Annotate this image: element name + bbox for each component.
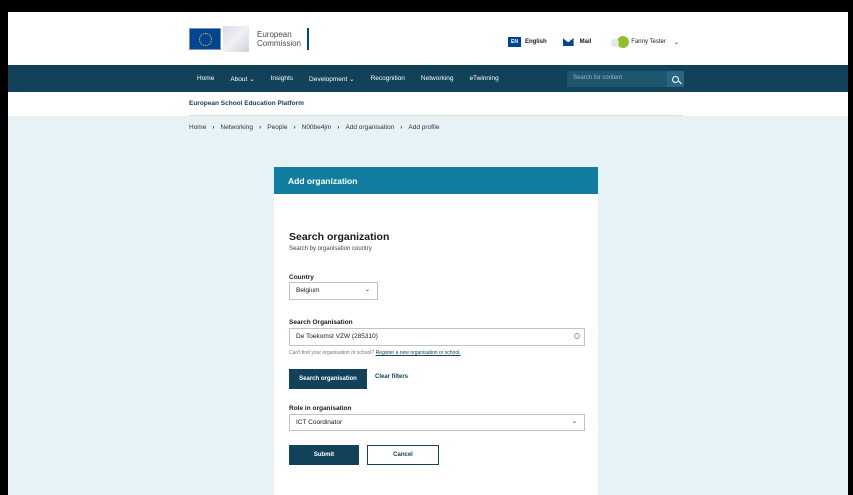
nav-etwinning[interactable]: eTwinning	[469, 75, 498, 82]
breadcrumb-networking[interactable]: Networking	[221, 124, 254, 131]
mail-link[interactable]: Mail	[580, 39, 592, 45]
card-header: Add organization	[274, 167, 598, 194]
nav-insights[interactable]: Insights	[271, 75, 293, 82]
hint-text: Can't find your organisation or school?	[289, 350, 375, 356]
ec-logo[interactable]: European Commission	[189, 26, 310, 52]
breadcrumb-user[interactable]: N00be4jm	[302, 124, 332, 131]
chevron-down-icon: ⌄	[364, 287, 370, 293]
avatar	[611, 36, 630, 48]
site-search-input[interactable]: Search for content	[567, 71, 667, 87]
role-label: Role in organisation	[289, 405, 352, 412]
chevron-right-icon: ›	[337, 124, 340, 131]
platform-title[interactable]: European School Education Platform	[189, 92, 683, 116]
header-tools: EN English Mail Fanny Tester ⌄	[508, 36, 679, 48]
register-organisation-link[interactable]: Register a new organisation or school.	[376, 350, 461, 356]
role-select[interactable]: ICT Coordinator ⌄	[289, 414, 585, 431]
submit-button[interactable]: Submit	[289, 445, 359, 465]
logo-text: European Commission	[257, 30, 301, 48]
nav-development-label: Development	[309, 75, 348, 83]
cancel-button[interactable]: Cancel	[367, 445, 439, 465]
chevron-right-icon: ›	[259, 124, 262, 131]
main-nav: Home About ⌄ Insights Development ⌄ Reco…	[8, 65, 848, 92]
chevron-down-icon: ⌄	[249, 75, 255, 83]
nav-about[interactable]: About ⌄	[230, 75, 254, 83]
chevron-down-icon: ⌄	[673, 39, 679, 46]
search-button[interactable]	[667, 71, 684, 87]
nav-home[interactable]: Home	[197, 75, 214, 82]
chevron-right-icon: ›	[293, 124, 296, 131]
user-menu[interactable]: Fanny Tester ⌄	[611, 36, 679, 48]
chevron-right-icon: ›	[212, 124, 215, 131]
language-code-badge[interactable]: EN	[508, 37, 521, 47]
chevron-right-icon: ›	[400, 124, 403, 131]
language-selector[interactable]: English	[525, 39, 547, 45]
organisation-search-input[interactable]: De Toekomst VZW (285310)	[289, 328, 585, 346]
nav-recognition[interactable]: Recognition	[371, 75, 405, 82]
commission-building-icon	[223, 26, 249, 52]
search-organisation-button[interactable]: Search organisation	[289, 369, 367, 389]
breadcrumb: Home › Networking › People › N00be4jm › …	[189, 124, 439, 131]
clear-filters-button[interactable]: Clear filters	[375, 374, 408, 380]
chevron-down-icon: ⌄	[571, 419, 577, 425]
user-name: Fanny Tester	[631, 39, 666, 45]
role-value: ICT Coordinator	[296, 419, 343, 426]
logo-line2: Commission	[257, 39, 302, 48]
eu-flag-icon	[189, 28, 221, 50]
search-organisation-label: Search Organisation	[289, 319, 353, 326]
screen-frame: European Commission EN English Mail Fann…	[0, 0, 853, 495]
mail-icon[interactable]	[562, 38, 574, 46]
breadcrumb-add-profile: Add profile	[408, 124, 440, 131]
top-header: European Commission EN English Mail Fann…	[8, 12, 848, 65]
clear-input-icon[interactable]	[574, 333, 580, 339]
nav-networking[interactable]: Networking	[421, 75, 454, 82]
country-value: Belgium	[296, 287, 320, 294]
section-subtitle: Search by organisation country	[289, 246, 372, 252]
logo-divider	[307, 28, 310, 50]
nav-about-label: About	[230, 75, 248, 83]
breadcrumb-people[interactable]: People	[267, 124, 287, 131]
section-title: Search organization	[289, 231, 390, 243]
breadcrumb-home[interactable]: Home	[189, 124, 206, 131]
search-icon	[672, 75, 679, 83]
register-hint: Can't find your organisation or school? …	[289, 350, 461, 356]
country-select[interactable]: Belgium ⌄	[289, 282, 378, 300]
logo-line1: European	[257, 30, 292, 39]
breadcrumb-add-organisation[interactable]: Add organisation	[345, 124, 394, 131]
country-label: Country	[289, 274, 314, 281]
nav-development[interactable]: Development ⌄	[309, 75, 355, 83]
organisation-search-value: De Toekomst VZW (285310)	[296, 333, 378, 340]
chevron-down-icon: ⌄	[349, 75, 355, 83]
